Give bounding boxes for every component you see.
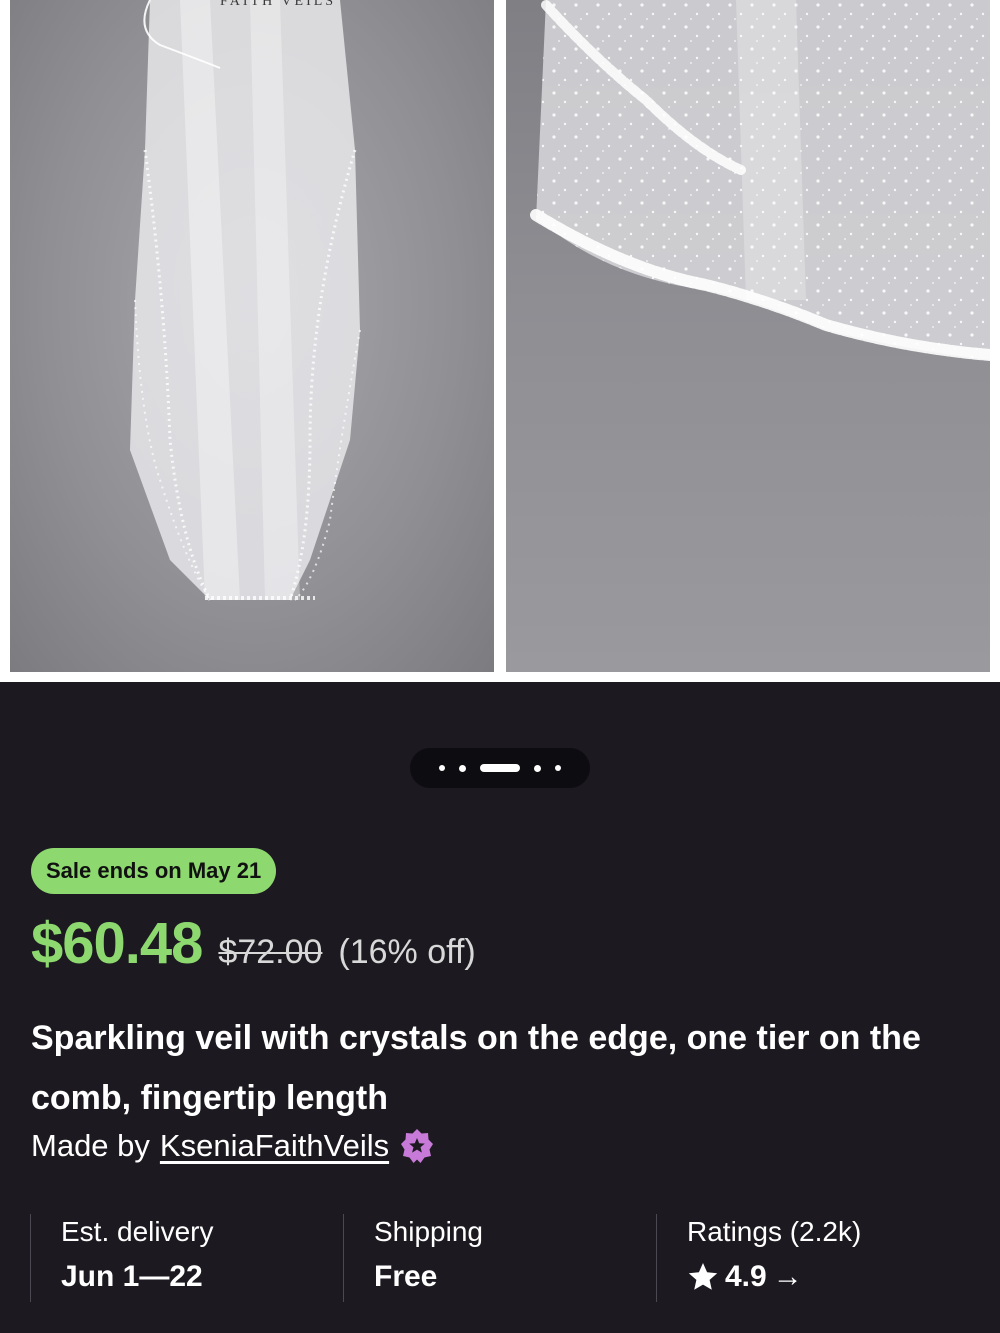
gallery-pagination[interactable] xyxy=(410,748,590,788)
brand-watermark: FAITH VEILS xyxy=(220,0,337,9)
original-price: $72.00 xyxy=(218,933,323,971)
ratings-label: Ratings (2.2k) xyxy=(687,1216,862,1247)
delivery-value: Jun 1—22 xyxy=(61,1260,203,1293)
shipping-info: Shipping Free xyxy=(343,1214,656,1302)
ratings-info[interactable]: Ratings (2.2k) 4.9 → xyxy=(656,1214,986,1302)
rating-score: 4.9 xyxy=(725,1260,767,1293)
veil-photo-crystal-edge-closeup[interactable] xyxy=(506,0,990,672)
shipping-label: Shipping xyxy=(374,1216,483,1247)
price-row: $60.48 $72.00 (16% off) xyxy=(31,910,476,977)
made-by-label: Made by xyxy=(31,1128,150,1163)
star-seller-badge-icon xyxy=(401,1129,434,1163)
discount-percentage: (16% off) xyxy=(338,933,476,971)
delivery-info: Est. delivery Jun 1—22 xyxy=(30,1214,343,1302)
sale-badge: Sale ends on May 21 xyxy=(31,848,277,894)
pagination-dot-active[interactable] xyxy=(480,764,520,772)
pagination-dot[interactable] xyxy=(555,765,561,771)
current-price: $60.48 xyxy=(31,911,203,976)
pagination-dot[interactable] xyxy=(459,764,466,772)
image-gallery[interactable]: FAITH VEILS xyxy=(0,0,1000,682)
veil-photo-full-length[interactable]: FAITH VEILS xyxy=(10,0,494,672)
pagination-dot[interactable] xyxy=(534,764,541,772)
arrow-right-icon[interactable]: → xyxy=(773,1260,803,1294)
pagination-dot[interactable] xyxy=(439,765,445,771)
shop-name-link[interactable]: KseniaFaithVeils xyxy=(160,1128,389,1164)
delivery-label: Est. delivery xyxy=(61,1216,214,1247)
maker-line: Made by KseniaFaithVeils xyxy=(31,1128,435,1164)
ratings-value-row[interactable]: 4.9 → xyxy=(687,1260,986,1294)
listing-info-row: Est. delivery Jun 1—22 Shipping Free Rat… xyxy=(0,1214,1000,1302)
star-icon xyxy=(688,1263,718,1290)
listing-title: Sparkling veil with crystals on the edge… xyxy=(31,1019,921,1117)
shipping-value: Free xyxy=(374,1260,438,1293)
